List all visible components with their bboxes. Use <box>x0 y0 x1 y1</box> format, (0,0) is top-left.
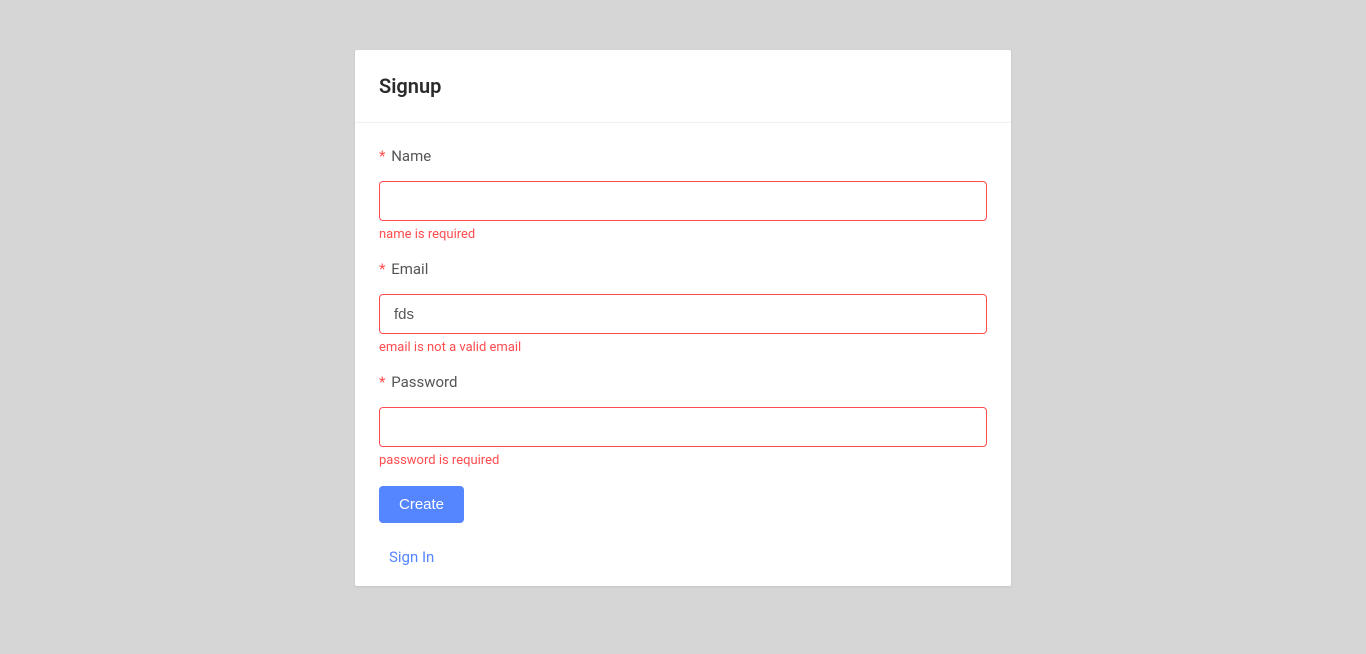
required-indicator-icon: * <box>379 260 385 278</box>
name-label: Name <box>391 147 431 165</box>
email-form-group: * Email email is not a valid email <box>379 260 987 355</box>
name-input[interactable] <box>379 181 987 221</box>
password-input[interactable] <box>379 407 987 447</box>
signin-link[interactable]: Sign In <box>379 548 434 566</box>
name-label-wrapper: * Name <box>379 147 987 165</box>
password-error-text: password is required <box>379 453 987 468</box>
name-form-group: * Name name is required <box>379 147 987 242</box>
email-label-wrapper: * Email <box>379 260 987 278</box>
name-error-text: name is required <box>379 227 987 242</box>
signup-card: Signup * Name name is required * Email e… <box>355 50 1011 586</box>
required-indicator-icon: * <box>379 147 385 165</box>
email-input[interactable] <box>379 294 987 334</box>
card-body: * Name name is required * Email email is… <box>355 123 1011 566</box>
password-label: Password <box>391 373 457 391</box>
required-indicator-icon: * <box>379 373 385 391</box>
password-form-group: * Password password is required <box>379 373 987 468</box>
email-label: Email <box>391 260 428 278</box>
email-error-text: email is not a valid email <box>379 340 987 355</box>
create-button[interactable]: Create <box>379 486 464 523</box>
page-title: Signup <box>379 74 987 98</box>
card-header: Signup <box>355 50 1011 123</box>
password-label-wrapper: * Password <box>379 373 987 391</box>
